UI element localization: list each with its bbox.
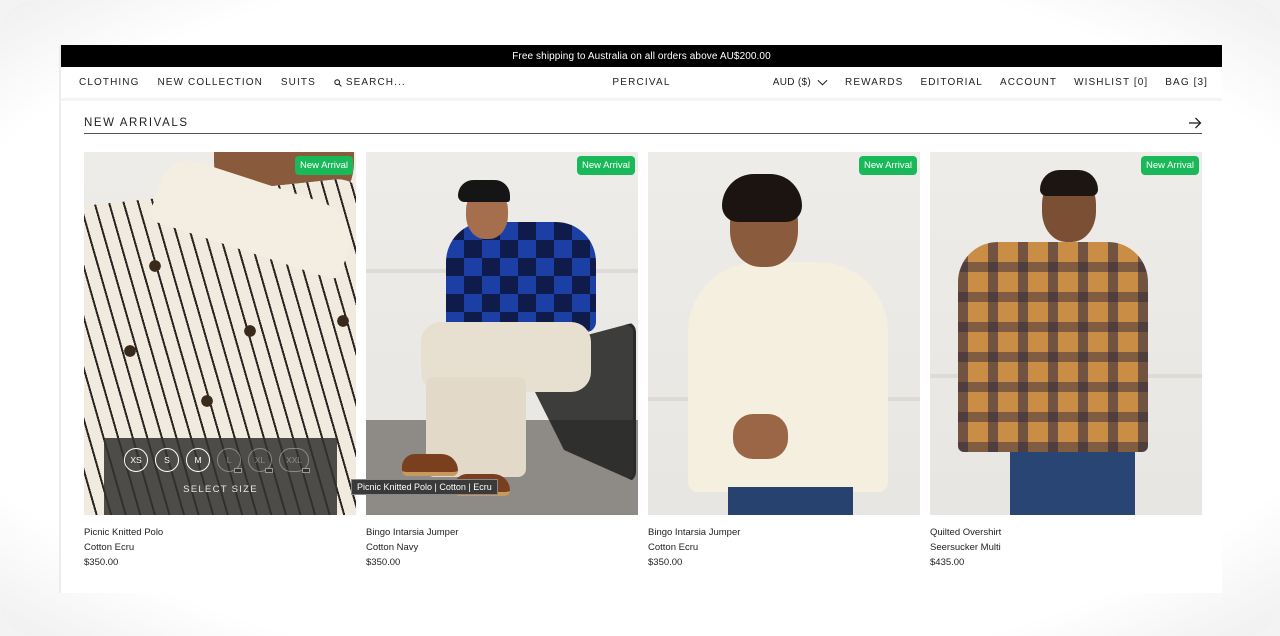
nav-wishlist[interactable]: WISHLIST [0] [1074,77,1148,88]
new-arrival-badge: New Arrival [294,156,353,175]
product-image[interactable]: New Arrival [648,152,920,515]
flower-motif [196,392,218,410]
flower-motif [144,257,166,275]
store-page: Free shipping to Australia on all orders… [59,45,1222,593]
sweater-graphic [446,222,596,332]
product-card[interactable]: New Arrival XS S M L XL XXL SELECT SIZE … [84,152,356,570]
size-label: S [164,455,170,465]
product-variant: Cotton Ecru [648,542,699,553]
size-label: L [226,455,232,465]
product-name[interactable]: Bingo Intarsia Jumper [648,525,920,540]
product-price: $350.00 [366,557,401,568]
model-hands [733,414,788,459]
view-all-button[interactable] [1188,117,1202,129]
size-option-xl[interactable]: XL [248,448,273,473]
size-label: XXL [285,455,303,465]
model-hair [722,174,802,222]
sweater-graphic [688,262,888,492]
notify-mail-icon [265,468,273,473]
brand-logo[interactable]: PERCIVAL [612,77,670,88]
jeans-graphic [728,487,853,515]
product-price: $350.00 [84,557,119,568]
nav-clothing[interactable]: CLOTHING [79,77,139,88]
size-option-xxl[interactable]: XXL [279,448,310,473]
shoe-graphic [402,454,458,476]
size-label: XL [254,455,266,465]
notify-mail-icon [234,468,242,473]
size-picker: XS S M L XL XXL SELECT SIZE [104,438,337,515]
section-title: NEW ARRIVALS [84,117,189,129]
product-name[interactable]: Quilted Overshirt [930,525,1202,540]
size-option-l[interactable]: L [217,448,242,473]
new-arrival-badge: New Arrival [576,156,635,175]
new-arrival-badge: New Arrival [858,156,917,175]
product-card[interactable]: New Arrival Bingo Intarsia Jumper Cotton… [366,152,638,570]
product-info: Picnic Knitted Polo Cotton Ecru $350.00 [84,515,356,570]
new-arrival-badge: New Arrival [1140,156,1199,175]
size-label: M [194,455,202,465]
product-image[interactable]: New Arrival XS S M L XL XXL SELECT SIZE [84,152,356,515]
notify-mail-icon [302,468,310,473]
chevron-down-icon [817,79,828,86]
size-option-m[interactable]: M [186,448,210,472]
product-variant: Cotton Navy [366,542,419,553]
promo-text: Free shipping to Australia on all orders… [512,50,771,62]
product-info: Quilted Overshirt Seersucker Multi $435.… [930,515,1202,570]
section-header: NEW ARRIVALS [84,113,1202,134]
model-hair [1040,170,1098,196]
size-option-s[interactable]: S [155,448,179,472]
search-input[interactable]: SEARCH... [334,77,406,88]
currency-selector[interactable]: AUD ($) [773,77,828,88]
size-option-xs[interactable]: XS [124,448,148,472]
product-info: Bingo Intarsia Jumper Cotton Navy $350.0… [366,515,638,570]
overshirt-graphic [958,242,1148,452]
select-size-label: SELECT SIZE [183,484,258,495]
flower-motif [239,322,261,340]
promo-bar: Free shipping to Australia on all orders… [61,45,1222,67]
product-price: $350.00 [648,557,683,568]
nav-bag[interactable]: BAG [3] [1165,77,1208,88]
currency-label: AUD ($) [772,77,811,88]
size-label: XS [130,455,142,465]
flower-motif [332,312,354,330]
cap-graphic [458,180,510,202]
product-variant: Cotton Ecru [84,542,135,553]
product-variant: Seersucker Multi [930,542,1001,553]
nav-new-collection[interactable]: NEW COLLECTION [157,77,262,88]
arrow-right-icon [1189,117,1202,129]
nav-suits[interactable]: SUITS [281,77,316,88]
nav-rewards[interactable]: REWARDS [845,77,903,88]
product-info: Bingo Intarsia Jumper Cotton Ecru $350.0… [648,515,920,570]
product-price: $435.00 [930,557,965,568]
nav-account[interactable]: ACCOUNT [1000,77,1057,88]
product-name[interactable]: Bingo Intarsia Jumper [366,525,638,540]
main-nav: CLOTHING NEW COLLECTION SUITS SEARCH... … [61,67,1222,101]
product-image[interactable]: New Arrival [366,152,638,515]
product-grid: New Arrival XS S M L XL XXL SELECT SIZE … [84,152,1202,570]
nav-editorial[interactable]: EDITORIAL [920,77,983,88]
search-icon [334,78,342,87]
search-label: SEARCH... [345,77,406,88]
product-card[interactable]: New Arrival Quilted Overshirt Seersucker… [930,152,1202,570]
product-tooltip: Picnic Knitted Polo | Cotton | Ecru [351,479,498,495]
product-name[interactable]: Picnic Knitted Polo [84,525,356,540]
product-card[interactable]: New Arrival Bingo Intarsia Jumper Cotton… [648,152,920,570]
flower-motif [119,342,141,360]
product-image[interactable]: New Arrival [930,152,1202,515]
